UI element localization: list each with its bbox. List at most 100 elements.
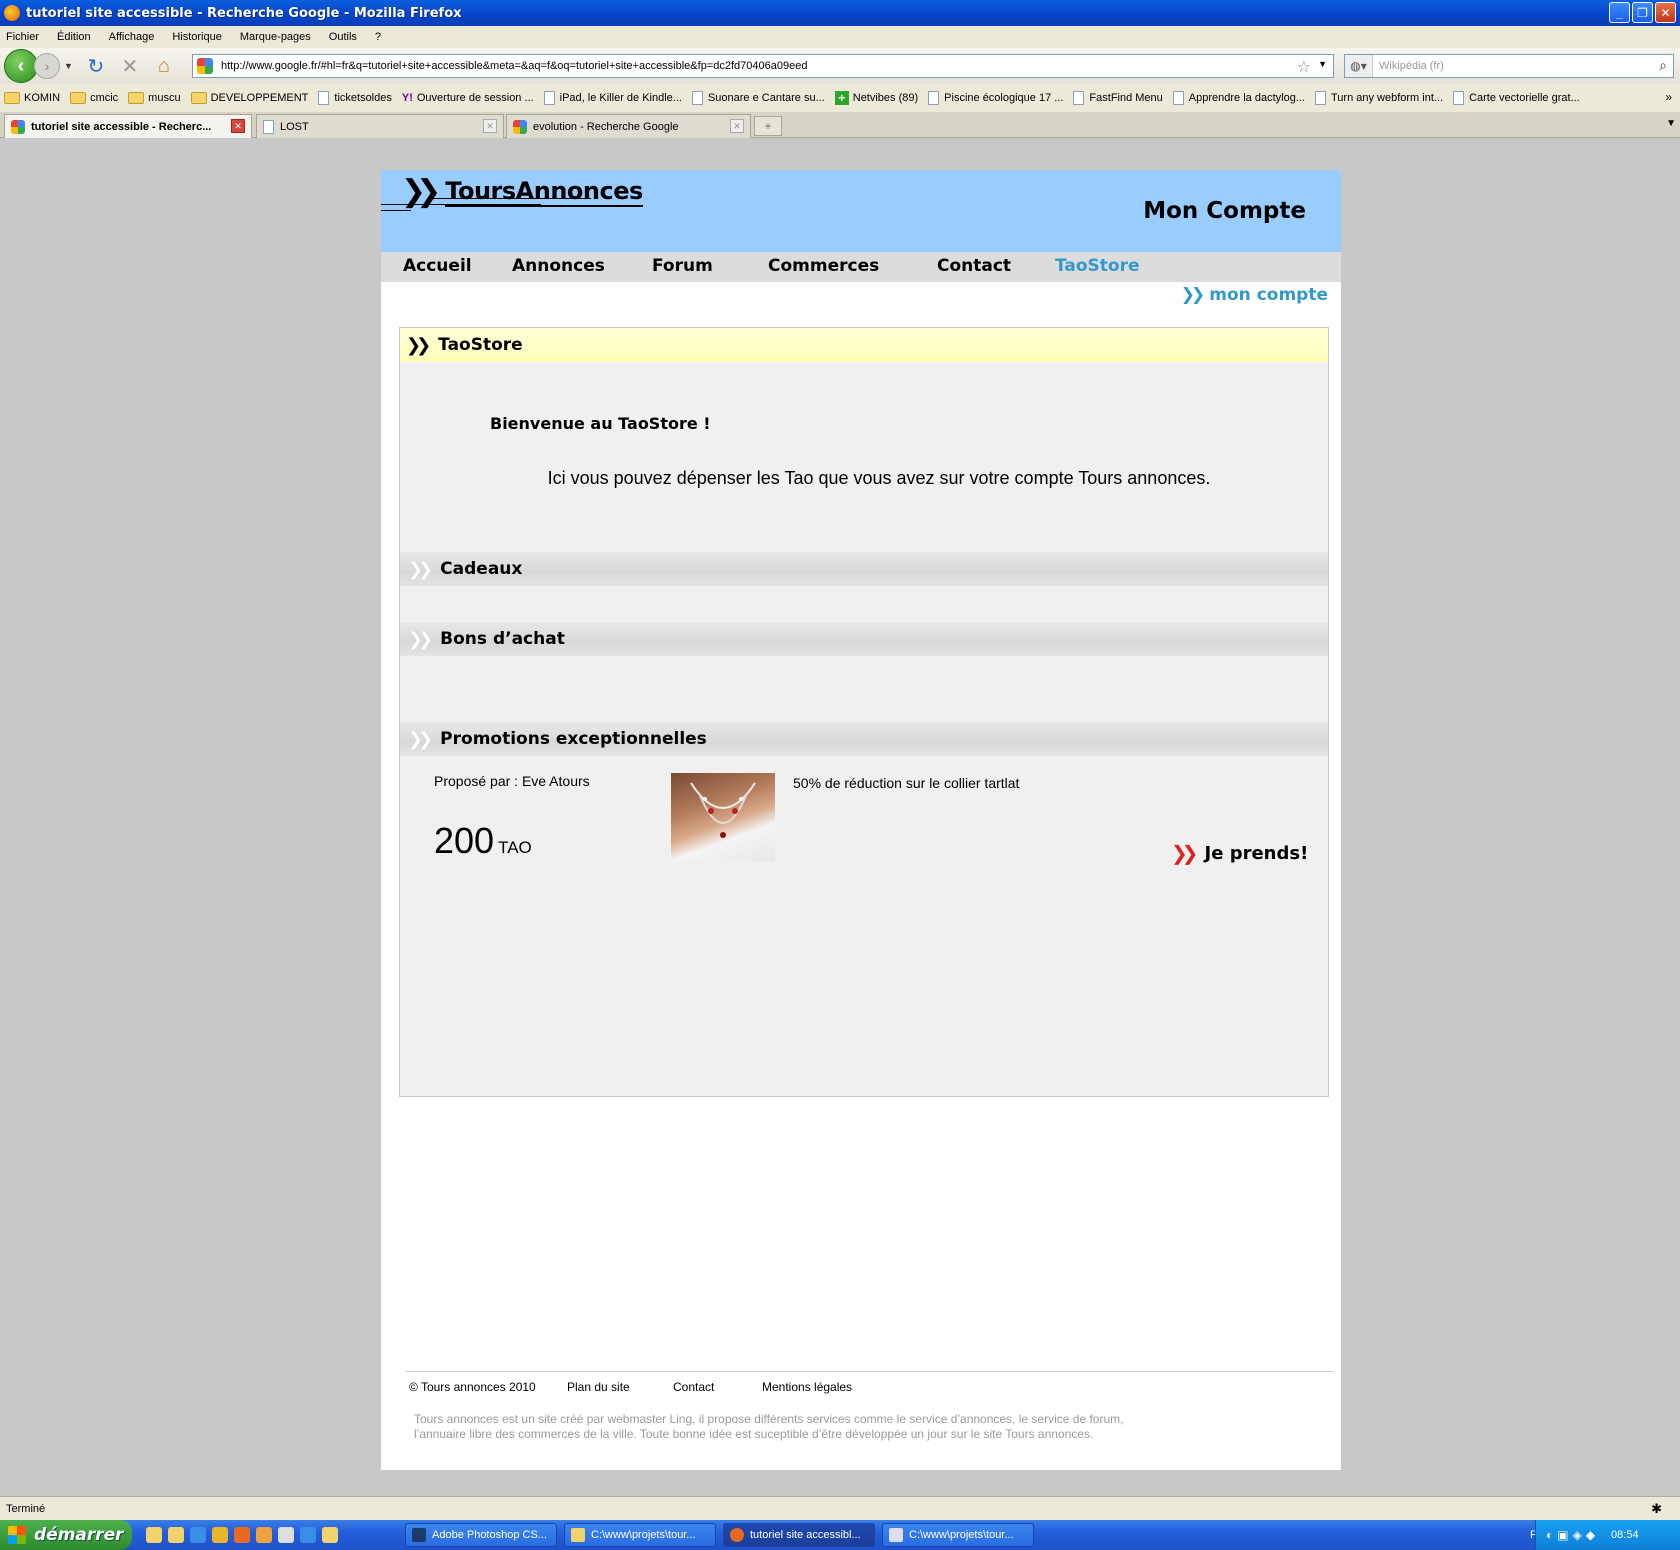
menu-marque-pages[interactable]: Marque-pages [240, 31, 311, 43]
bookmark-item[interactable]: Piscine écologique 17 ... [928, 91, 1063, 105]
firefox-icon[interactable] [234, 1527, 250, 1543]
stop-icon[interactable]: ✕ [117, 53, 143, 79]
bookmark-item[interactable]: Carte vectorielle grat... [1453, 91, 1580, 105]
take-offer-label: Je prends! [1204, 842, 1309, 864]
close-window-button[interactable]: ✕ [1655, 2, 1676, 23]
start-button[interactable]: démarrer [0, 1520, 132, 1550]
status-bar: Terminé ✱ [0, 1496, 1680, 1520]
notepad-icon [889, 1528, 903, 1542]
chevron-right-icon: ❯❯ [406, 334, 431, 356]
menu-affichage[interactable]: Affichage [109, 31, 155, 43]
url-dropdown-icon[interactable]: ▼ [1318, 59, 1327, 69]
start-label: démarrer [34, 1525, 124, 1545]
footer-sitemap-link[interactable]: Plan du site [567, 1380, 630, 1394]
yahoo-icon: Y! [401, 92, 413, 104]
menu-historique[interactable]: Historique [172, 31, 222, 43]
messenger-icon[interactable] [256, 1527, 272, 1543]
folder-icon[interactable] [168, 1527, 184, 1543]
bookmark-label: Piscine écologique 17 ... [944, 92, 1064, 104]
page-icon [1453, 91, 1465, 105]
tab-label: evolution - Recherche Google [533, 120, 679, 133]
netvibes-icon: + [834, 91, 849, 105]
tab-lost[interactable]: LOST ✕ [256, 114, 504, 138]
tab-label: LOST [280, 120, 309, 133]
bookmark-folder[interactable]: DEVELOPPEMENT [190, 92, 308, 104]
bookmark-item[interactable]: Turn any webform int... [1314, 91, 1443, 105]
section-cadeaux[interactable]: ❯❯ Cadeaux [400, 552, 1328, 586]
bookmark-label: Ouverture de session ... [416, 92, 534, 104]
bookmark-item[interactable]: Apprendre la dactylog... [1172, 91, 1305, 105]
close-tab-icon[interactable]: ✕ [483, 119, 497, 133]
home-icon[interactable]: ⌂ [151, 53, 177, 79]
bookmark-item[interactable]: Y! Ouverture de session ... [402, 92, 534, 104]
bookmark-folder[interactable]: cmcic [70, 92, 118, 104]
nav-forum[interactable]: Forum [652, 256, 713, 276]
menu-edition[interactable]: Édition [57, 31, 91, 43]
menu-bar: Fichier Édition Affichage Historique Mar… [0, 26, 1680, 48]
section-promotions[interactable]: ❯❯ Promotions exceptionnelles [400, 722, 1328, 756]
task-firefox[interactable]: tutoriel site accessibl... [723, 1523, 875, 1547]
bookmark-star-icon[interactable]: ☆ [1297, 57, 1311, 77]
section-bons-achat[interactable]: ❯❯ Bons d’achat [400, 622, 1328, 656]
close-tab-icon[interactable]: ✕ [231, 119, 245, 133]
footer-legal-link[interactable]: Mentions légales [762, 1380, 852, 1394]
bookmark-item[interactable]: ticketsoldes [318, 91, 392, 105]
bookmark-item[interactable]: + Netvibes (89) [834, 91, 918, 105]
bookmark-item[interactable]: Suonare e Cantare su... [691, 91, 825, 105]
menu-help[interactable]: ? [375, 31, 381, 43]
ie-icon[interactable] [190, 1527, 206, 1543]
folder-icon[interactable] [146, 1527, 162, 1543]
search-engine-icon[interactable]: ◍▾ [1345, 55, 1373, 77]
bookmark-folder[interactable]: KOMIN [4, 92, 60, 104]
restore-button[interactable]: ❐ [1632, 2, 1653, 23]
nav-contact[interactable]: Contact [937, 256, 1011, 276]
addon-status-icon[interactable]: ✱ [1651, 1501, 1662, 1517]
footer-description: Tours annonces est un site créé par webm… [414, 1412, 1124, 1441]
tab-label: tutoriel site accessible - Recherc... [31, 121, 212, 133]
close-tab-icon[interactable]: ✕ [730, 119, 744, 133]
url-bar[interactable]: http://www.google.fr/#hl=fr&q=tutoriel+s… [192, 54, 1334, 78]
reload-icon[interactable]: ↻ [83, 53, 109, 79]
chrome-icon[interactable] [212, 1527, 228, 1543]
account-link[interactable]: ❯❯ mon compte [1181, 285, 1328, 305]
forward-button[interactable]: › [34, 53, 60, 79]
history-dropdown-icon[interactable]: ▼ [64, 61, 73, 71]
bookmark-label: iPad, le Killer de Kindle... [559, 92, 682, 104]
task-photoshop[interactable]: Adobe Photoshop CS... [405, 1523, 557, 1547]
task-explorer-2[interactable]: C:\www\projets\tour... [882, 1523, 1034, 1547]
list-all-tabs-icon[interactable]: ▼ [1666, 118, 1676, 129]
nav-taostore[interactable]: TaoStore [1055, 256, 1140, 276]
bookmark-item[interactable]: FastFind Menu [1073, 91, 1163, 105]
nav-commerces[interactable]: Commerces [768, 256, 879, 276]
bookmark-item[interactable]: iPad, le Killer de Kindle... [543, 91, 682, 105]
bookmark-folder[interactable]: muscu [128, 92, 181, 104]
promo-price: 200 TAO [434, 820, 532, 862]
bookmark-label: Apprendre la dactylog... [1188, 92, 1305, 104]
search-bar[interactable]: ◍▾ Wikipédia (fr) ⌕ [1344, 54, 1674, 78]
tool-icon[interactable] [278, 1527, 294, 1543]
footer-contact-link[interactable]: Contact [673, 1380, 714, 1394]
more-bookmarks-icon[interactable]: » [1665, 90, 1672, 104]
folder-icon [571, 1528, 585, 1542]
nav-accueil[interactable]: Accueil [403, 256, 472, 276]
tray-icons[interactable]: ◐▣◈◆ [1546, 1528, 1599, 1542]
search-icon[interactable]: ⌕ [1659, 57, 1667, 74]
task-label: tutoriel site accessibl... [750, 1529, 861, 1541]
windows-logo-icon [8, 1526, 26, 1544]
folder-icon[interactable] [322, 1527, 338, 1543]
minimize-button[interactable]: _ [1609, 2, 1630, 23]
window-title: tutoriel site accessible - Recherche Goo… [26, 5, 462, 21]
take-offer-button[interactable]: ❯❯ Je prends! [1171, 841, 1308, 865]
nav-annonces[interactable]: Annonces [512, 256, 605, 276]
product-image[interactable] [671, 773, 775, 861]
window-titlebar: tutoriel site accessible - Recherche Goo… [0, 0, 1680, 26]
menu-outils[interactable]: Outils [329, 31, 357, 43]
task-explorer-1[interactable]: C:\www\projets\tour... [564, 1523, 716, 1547]
tab-google-search[interactable]: tutoriel site accessible - Recherc... ✕ [4, 114, 252, 139]
ie-icon[interactable] [300, 1527, 316, 1543]
menu-fichier[interactable]: Fichier [6, 31, 39, 43]
new-tab-button[interactable]: + [754, 116, 782, 136]
tab-evolution-search[interactable]: evolution - Recherche Google ✕ [506, 114, 751, 138]
back-button[interactable]: ‹ [4, 49, 38, 83]
site-page: ❯❯ ToursAnnonces Mon Compte Accueil Anno… [381, 170, 1341, 1470]
